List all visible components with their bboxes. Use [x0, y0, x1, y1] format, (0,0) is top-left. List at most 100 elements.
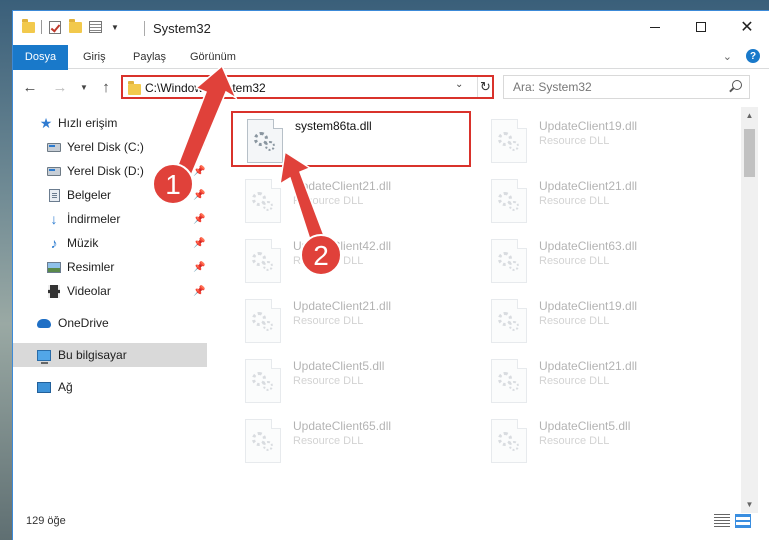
address-folder-icon — [128, 81, 141, 95]
dll-file-icon — [491, 299, 527, 343]
file-type: Resource DLL — [293, 435, 364, 447]
sidebar-item-this-pc[interactable]: Bu bilgisayar — [13, 343, 207, 367]
sidebar-item-label: Ağ — [58, 380, 73, 394]
pin-icon[interactable]: 📌 — [193, 142, 205, 153]
file-item[interactable]: UpdateClient21.dll Resource DLL — [477, 173, 717, 229]
file-type: Resource DLL — [539, 135, 610, 147]
minimize-button[interactable] — [632, 11, 678, 43]
file-item[interactable]: UpdateClient19.dll Resource DLL — [477, 293, 717, 349]
star-icon: ★ — [39, 114, 53, 131]
pin-icon[interactable]: 📌 — [193, 262, 205, 273]
ribbon-controls: ⌄ ? — [723, 49, 760, 63]
sidebar-item-label: OneDrive — [58, 316, 109, 330]
recent-locations-chevron-icon[interactable]: ▼ — [75, 78, 93, 96]
sidebar-item-videos[interactable]: Videolar 📌 — [13, 279, 207, 303]
up-arrow-icon[interactable]: ↑ — [97, 78, 115, 96]
maximize-button[interactable] — [678, 11, 724, 43]
pin-icon[interactable]: 📌 — [193, 214, 205, 225]
file-type: Resource DLL — [293, 255, 364, 267]
details-view-icon[interactable] — [714, 514, 730, 528]
window-title: System32 — [153, 21, 211, 36]
file-name: UpdateClient19.dll — [539, 119, 638, 133]
address-bar[interactable]: C:\Windows\System32 ⌄ ↻ — [121, 75, 494, 99]
file-name: UpdateClient21.dll — [539, 179, 638, 193]
music-icon: ♪ — [50, 235, 58, 251]
back-arrow-icon[interactable]: ← — [21, 78, 39, 96]
ribbon-tabs: Dosya Giriş Paylaş Görünüm ⌄ ? — [13, 45, 769, 101]
search-placeholder[interactable]: Ara: System32 — [513, 80, 592, 94]
sidebar-item-local-disk-d[interactable]: Yerel Disk (D:) 📌 — [13, 159, 207, 183]
title-divider — [144, 21, 145, 36]
new-folder-icon[interactable] — [68, 18, 82, 34]
close-icon: ✕ — [740, 19, 754, 36]
sidebar-item-quick-access[interactable]: ★ Hızlı erişim — [13, 111, 207, 135]
sidebar-item-label: Videolar — [67, 284, 111, 298]
file-item[interactable]: UpdateClient42.dll Resource DLL — [231, 233, 471, 289]
scroll-up-arrow-icon[interactable]: ▲ — [741, 107, 758, 124]
file-item[interactable]: UpdateClient21.dll Resource DLL — [231, 293, 471, 349]
address-history-chevron-icon[interactable]: ⌄ — [455, 79, 463, 90]
file-item[interactable]: UpdateClient63.dll Resource DLL — [477, 233, 717, 289]
properties-icon[interactable] — [88, 20, 102, 34]
tab-home[interactable]: Giriş — [71, 45, 118, 69]
file-type: Resource DLL — [539, 435, 610, 447]
dll-file-icon — [245, 179, 281, 223]
close-button[interactable]: ✕ — [724, 11, 769, 43]
sidebar-item-label: İndirmeler — [67, 212, 121, 226]
dll-file-icon — [491, 119, 527, 163]
properties-check-icon[interactable] — [48, 20, 62, 34]
search-box[interactable]: Ara: System32 — [503, 75, 750, 99]
search-icon[interactable] — [732, 80, 742, 90]
sidebar-item-label: Yerel Disk (D:) — [67, 164, 144, 178]
title-bar: ▼ System32 ✕ — [13, 11, 769, 45]
sidebar-item-downloads[interactable]: ↓ İndirmeler 📌 — [13, 207, 207, 231]
file-item[interactable]: UpdateClient21.dll Resource DLL — [231, 173, 471, 229]
sidebar-item-music[interactable]: ♪ Müzik 📌 — [13, 231, 207, 255]
sidebar-item-documents[interactable]: Belgeler 📌 — [13, 183, 207, 207]
vertical-scrollbar[interactable]: ▲ ▼ — [741, 107, 758, 513]
file-name: UpdateClient21.dll — [293, 179, 392, 193]
expand-ribbon-chevron-icon[interactable]: ⌄ — [723, 50, 732, 63]
file-item[interactable]: UpdateClient65.dll Resource DLL — [231, 413, 471, 469]
file-name: UpdateClient42.dll — [293, 239, 392, 253]
dll-file-icon — [245, 359, 281, 403]
address-path[interactable]: C:\Windows\System32 — [145, 81, 266, 95]
large-icons-view-icon[interactable] — [735, 514, 751, 528]
tab-share[interactable]: Paylaş — [121, 45, 178, 69]
pin-icon[interactable]: 📌 — [193, 238, 205, 249]
file-item[interactable]: UpdateClient21.dll Resource DLL — [477, 353, 717, 409]
videos-icon — [47, 284, 61, 298]
pin-icon[interactable]: 📌 — [193, 166, 205, 177]
pin-icon[interactable]: 📌 — [193, 286, 205, 297]
pin-icon[interactable]: 📌 — [193, 190, 205, 201]
file-type: Resource DLL — [539, 255, 610, 267]
dll-file-icon — [491, 419, 527, 463]
sidebar-item-local-disk-c[interactable]: Yerel Disk (C:) 📌 — [13, 135, 207, 159]
file-item[interactable]: UpdateClient5.dll Resource DLL — [231, 353, 471, 409]
sidebar-item-label: Yerel Disk (C:) — [67, 140, 144, 154]
scrollbar-thumb[interactable] — [744, 129, 755, 177]
customize-toolbar-dropdown-icon[interactable]: ▼ — [108, 20, 122, 34]
navigation-bar: ← → ▼ ↑ C:\Windows\System32 ⌄ ↻ Ara: Sys… — [13, 70, 769, 104]
sidebar-item-label: Müzik — [67, 236, 99, 250]
sidebar-item-label: Bu bilgisayar — [58, 348, 127, 362]
sidebar-item-onedrive[interactable]: OneDrive — [13, 311, 207, 335]
file-item[interactable]: UpdateClient5.dll Resource DLL — [477, 413, 717, 469]
sidebar-item-network[interactable]: Ağ — [13, 375, 207, 399]
minimize-icon — [650, 26, 660, 28]
dll-file-icon — [245, 419, 281, 463]
file-item-system86ta[interactable]: system86ta.dll — [231, 111, 471, 167]
sidebar-item-label: Resimler — [67, 260, 115, 274]
tab-view[interactable]: Görünüm — [178, 45, 248, 69]
maximize-icon — [696, 22, 706, 32]
help-icon[interactable]: ? — [746, 49, 760, 63]
folder-icon[interactable] — [21, 18, 35, 34]
forward-arrow-icon[interactable]: → — [51, 78, 69, 96]
refresh-icon[interactable]: ↻ — [477, 77, 493, 97]
file-name: UpdateClient65.dll — [293, 419, 392, 433]
file-item[interactable]: UpdateClient19.dll Resource DLL — [477, 113, 717, 169]
file-name: UpdateClient21.dll — [539, 359, 638, 373]
file-name: UpdateClient19.dll — [539, 299, 638, 313]
sidebar-item-pictures[interactable]: Resimler 📌 — [13, 255, 207, 279]
status-bar: 129 öğe — [13, 511, 769, 533]
